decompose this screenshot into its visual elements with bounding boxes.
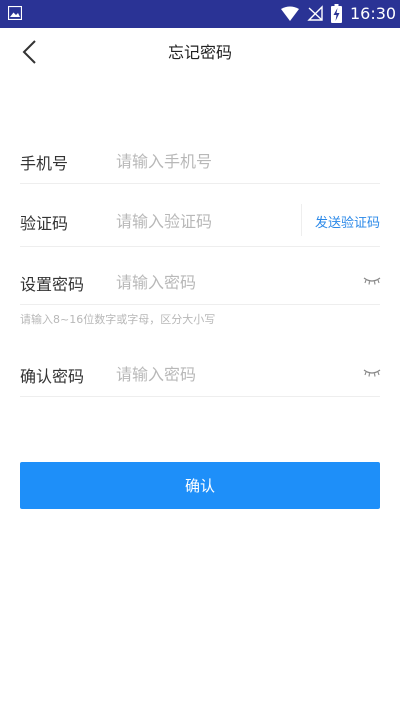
code-row: 验证码 发送验证码 (20, 200, 380, 247)
confirm-password-row: 确认密码 (20, 353, 381, 397)
gallery-icon (8, 6, 22, 20)
phone-input[interactable] (116, 146, 356, 176)
password-row: 设置密码 (20, 261, 381, 305)
password-hint: 请输入8~16位数字或字母，区分大小写 (20, 313, 216, 326)
code-label: 验证码 (20, 214, 69, 233)
phone-label: 手机号 (20, 154, 69, 173)
confirm-button[interactable]: 确认 (20, 462, 380, 509)
phone-row: 手机号 (20, 140, 380, 184)
status-time: 16:30 (350, 4, 397, 23)
nav-bar: 忘记密码 (0, 28, 400, 74)
eye-closed-icon[interactable] (363, 367, 381, 379)
battery-charging-icon (331, 4, 342, 23)
wifi-icon (281, 6, 299, 21)
no-signal-icon (307, 5, 323, 21)
eye-closed-icon[interactable] (363, 275, 381, 287)
password-label: 设置密码 (20, 275, 85, 294)
status-bar: 16:30 (0, 0, 400, 28)
code-divider (301, 204, 302, 236)
confirm-password-label: 确认密码 (20, 367, 85, 386)
code-input[interactable] (116, 206, 296, 236)
password-input[interactable] (116, 267, 296, 297)
page-title: 忘记密码 (167, 43, 232, 62)
send-code-button[interactable]: 发送验证码 (304, 212, 380, 231)
confirm-password-input[interactable] (116, 359, 296, 389)
